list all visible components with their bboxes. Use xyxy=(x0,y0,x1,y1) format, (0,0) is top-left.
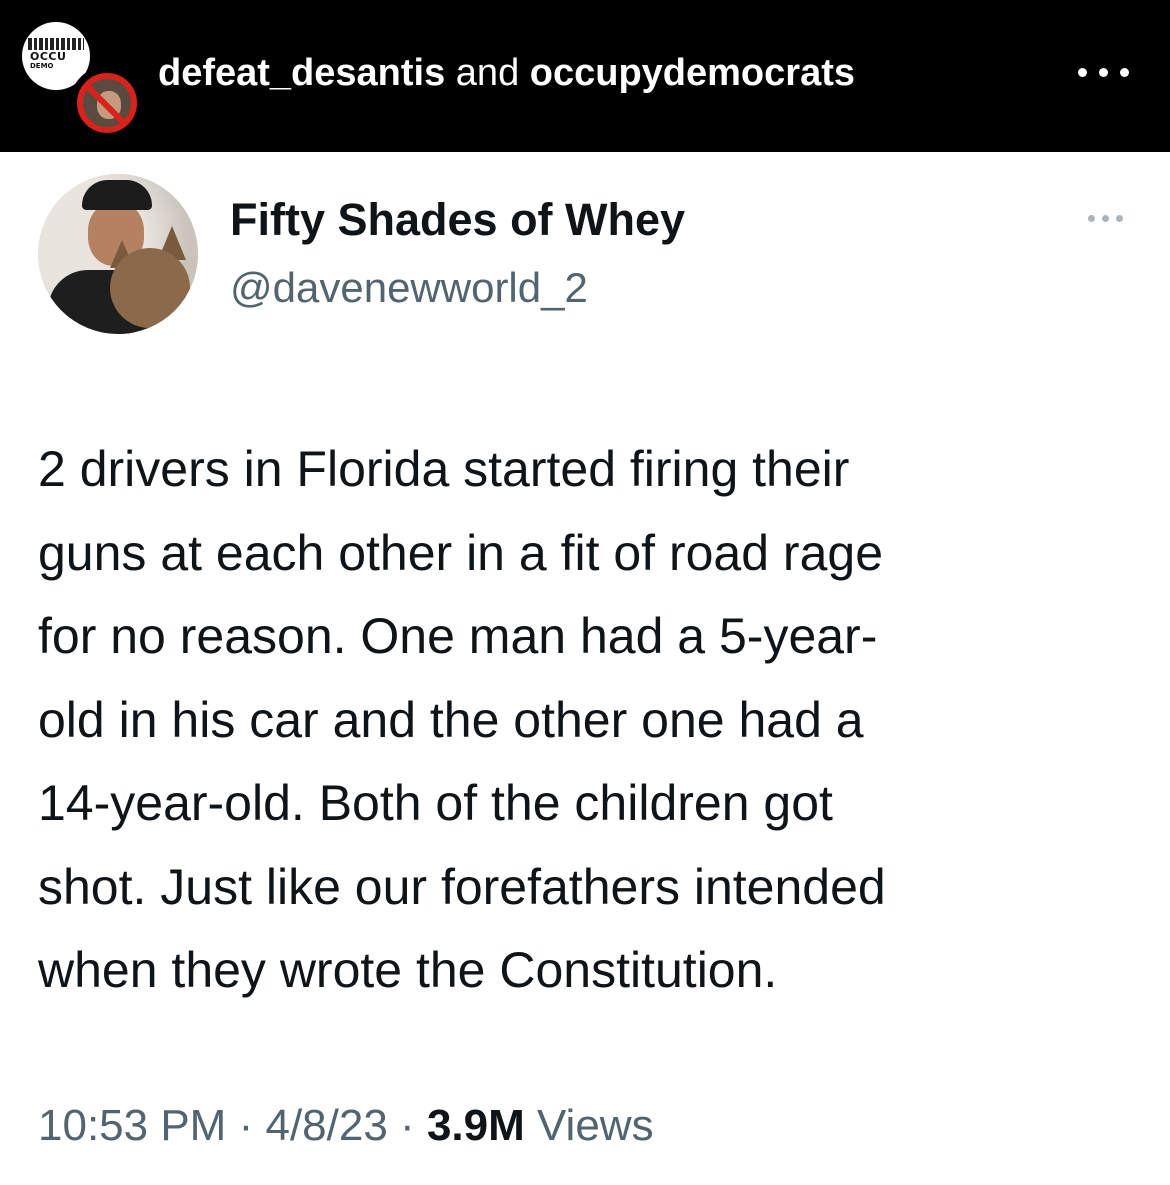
views-label: Views xyxy=(537,1101,654,1150)
meta-separator: · xyxy=(400,1101,415,1150)
tweet-metadata: 10:53 PM · 4/8/23 · 3.9M Views xyxy=(38,1098,654,1154)
tweet-handle[interactable]: @davenewworld_2 xyxy=(230,262,588,314)
collab-avatars[interactable]: OCCU DEMO xyxy=(22,22,144,140)
tweet-text-line: old in his car and the other one had a xyxy=(38,691,864,748)
collab-conjunction: and xyxy=(455,52,520,94)
more-horizontal-icon[interactable] xyxy=(1084,212,1128,226)
username-occupydemocrats[interactable]: occupydemocrats xyxy=(530,52,855,94)
collab-usernames: defeat_desantis and occupydemocrats xyxy=(158,50,855,96)
prohibition-slash xyxy=(83,82,131,127)
tweet-text: 2 drivers in Florida started firing thei… xyxy=(38,428,1148,1013)
views-count: 3.9M xyxy=(426,1101,525,1150)
tweet-date[interactable]: 4/8/23 xyxy=(265,1101,387,1150)
tweet-text-line: shot. Just like our forefathers intended xyxy=(38,858,886,915)
tweet-text-line: guns at each other in a fit of road rage xyxy=(38,524,883,581)
tweet-text-line: for no reason. One man had a 5-year- xyxy=(38,608,878,664)
tweet-text-line: when they wrote the Constitution. xyxy=(38,942,778,998)
prohibition-ring xyxy=(77,73,137,133)
tweet-time[interactable]: 10:53 PM xyxy=(38,1101,226,1150)
username-defeat-desantis[interactable]: defeat_desantis xyxy=(158,52,445,94)
tweet-text-line: 2 drivers in Florida started firing thei… xyxy=(38,441,850,497)
more-horizontal-icon[interactable] xyxy=(1074,62,1134,82)
tweet-display-name[interactable]: Fifty Shades of Whey xyxy=(230,192,685,248)
meta-separator: · xyxy=(238,1101,254,1150)
tweet-author-avatar[interactable] xyxy=(38,174,198,334)
instagram-post-header: OCCU DEMO defeat_desantis and occupydemo… xyxy=(0,0,1170,152)
tweet-text-line: 14-year-old. Both of the children got xyxy=(38,775,833,831)
defeat-desantis-avatar[interactable] xyxy=(70,66,144,140)
skyline-graphic xyxy=(28,38,84,50)
avatar-logo-subtext: DEMO xyxy=(30,62,54,70)
